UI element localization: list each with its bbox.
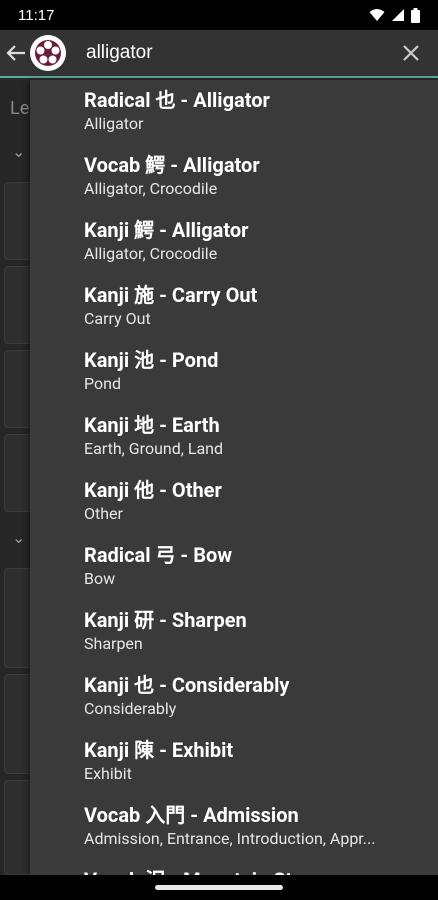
navigation-bar	[0, 875, 438, 900]
result-subtitle: Earth, Ground, Land	[84, 439, 224, 458]
result-title: Kanji 施 - Carry Out	[84, 283, 258, 307]
result-subtitle: Alligator, Crocodile	[84, 244, 218, 263]
result-title: Kanji 陳 - Exhibit	[84, 738, 234, 762]
search-result-item[interactable]: Kanji 研 - Sharpen Sharpen	[30, 600, 438, 665]
result-subtitle: Pond	[84, 374, 121, 393]
result-subtitle: Other	[84, 504, 123, 523]
search-result-item[interactable]: Vocab 沢 - Mountain Stream	[30, 860, 438, 875]
chevron-down-icon: ⌄	[12, 528, 26, 547]
result-title: Kanji 研 - Sharpen	[84, 608, 247, 632]
result-title: Kanji 池 - Pond	[84, 348, 219, 372]
search-result-item[interactable]: Radical 弓 - Bow Bow	[30, 535, 438, 600]
result-subtitle: Alligator	[84, 114, 144, 133]
status-icons	[369, 7, 420, 23]
result-title: Kanji 也 - Considerably	[84, 673, 290, 697]
background-label: Le	[10, 98, 30, 119]
search-result-item[interactable]: Kanji 地 - Earth Earth, Ground, Land	[30, 405, 438, 470]
app-bar	[0, 29, 438, 78]
search-result-item[interactable]: Kanji 施 - Carry Out Carry Out	[30, 275, 438, 340]
search-input[interactable]	[86, 29, 384, 77]
result-title: Kanji 地 - Earth	[84, 413, 220, 437]
app-logo-icon	[30, 35, 66, 71]
home-handle[interactable]	[155, 885, 283, 890]
result-title: Kanji 鰐 - Alligator	[84, 218, 249, 242]
result-subtitle: Bow	[84, 569, 116, 588]
chevron-down-icon: ⌄	[12, 142, 26, 161]
search-result-item[interactable]: Radical 也 - Alligator Alligator	[30, 80, 438, 145]
result-title: Vocab 鰐 - Alligator	[84, 153, 260, 177]
result-title: Kanji 他 - Other	[84, 478, 222, 502]
wifi-icon	[369, 8, 385, 22]
result-title: Radical 弓 - Bow	[84, 543, 233, 567]
status-bar: 11:17	[0, 0, 438, 30]
status-time: 11:17	[18, 6, 55, 24]
search-result-item[interactable]: Vocab 入門 - Admission Admission, Entrance,…	[30, 795, 438, 860]
result-title: Vocab 沢 - Mountain Stream	[84, 867, 438, 875]
result-subtitle: Sharpen	[84, 634, 143, 653]
back-arrow-icon[interactable]	[2, 29, 30, 77]
search-result-item[interactable]: Vocab 鰐 - Alligator Alligator, Crocodile	[30, 145, 438, 210]
search-result-item[interactable]: Kanji 池 - Pond Pond	[30, 340, 438, 405]
search-result-item[interactable]: Kanji 他 - Other Other	[30, 470, 438, 535]
battery-icon	[411, 7, 420, 23]
result-subtitle: Considerably	[84, 699, 177, 718]
search-result-item[interactable]: Kanji 也 - Considerably Considerably	[30, 665, 438, 730]
search-result-item[interactable]: Kanji 陳 - Exhibit Exhibit	[30, 730, 438, 795]
result-title: Vocab 入門 - Admission	[84, 803, 299, 827]
search-result-item[interactable]: Kanji 鰐 - Alligator Alligator, Crocodile	[30, 210, 438, 275]
clear-icon[interactable]	[384, 29, 438, 77]
result-subtitle: Admission, Entrance, Introduction, Appr.…	[84, 829, 376, 848]
search-results-dropdown: Radical 也 - Alligator Alligator Vocab 鰐 - …	[30, 80, 438, 875]
result-subtitle: Exhibit	[84, 764, 132, 783]
result-subtitle: Carry Out	[84, 309, 151, 328]
signal-icon	[391, 8, 405, 22]
result-title: Radical 也 - Alligator	[84, 88, 270, 112]
screen: 11:17 alligator Le ⌄ ⌄ Radical 也 - Allig…	[0, 0, 438, 900]
result-subtitle: Alligator, Crocodile	[84, 179, 218, 198]
